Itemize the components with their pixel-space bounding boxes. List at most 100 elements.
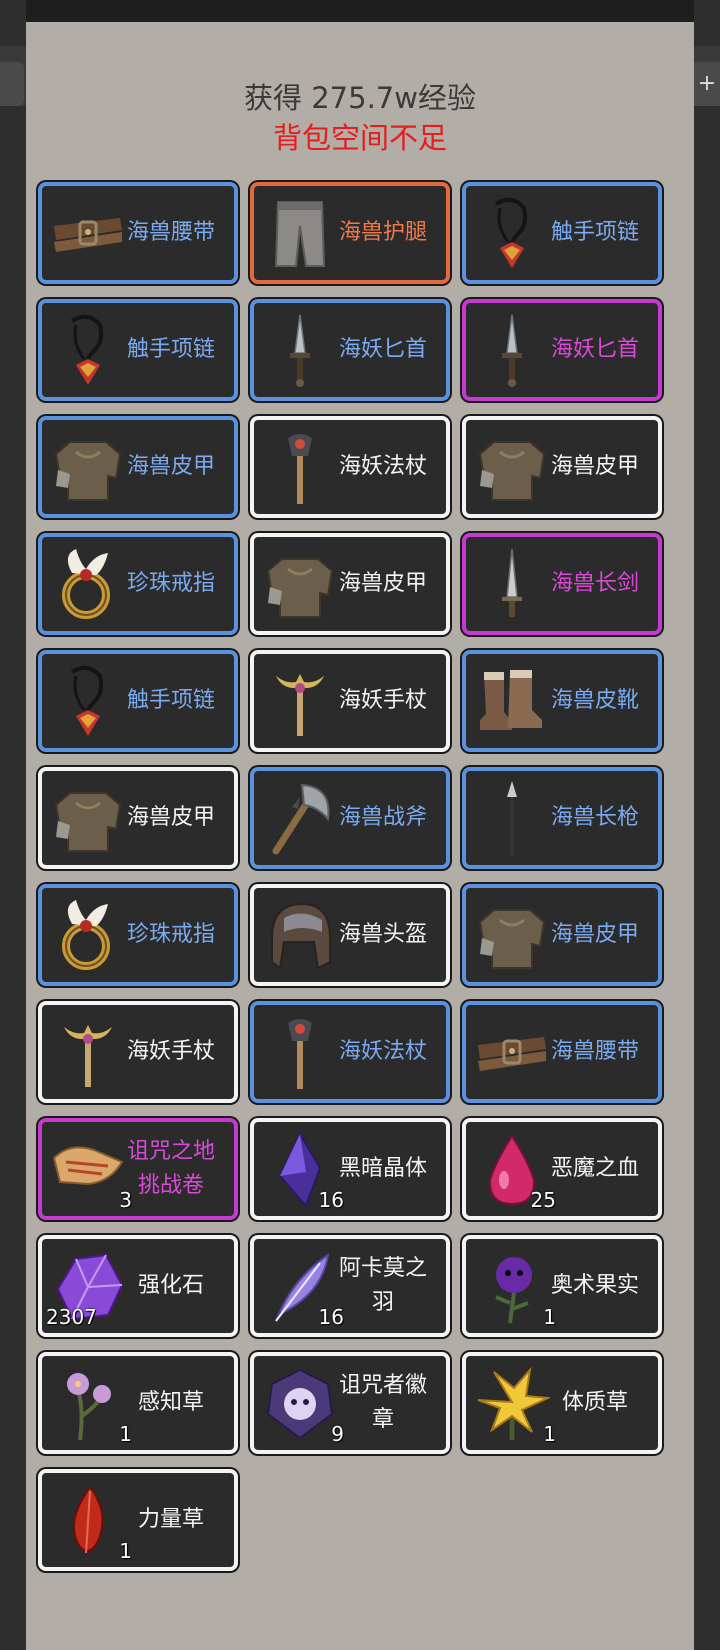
- item-name: 触手项链: [550, 220, 639, 245]
- item-name: 海妖法杖: [338, 1039, 427, 1064]
- loot-slot[interactable]: 感知草 1: [38, 1352, 238, 1454]
- loot-slot[interactable]: 珍珠戒指: [38, 533, 238, 635]
- loot-slot[interactable]: 海兽皮甲: [462, 416, 662, 518]
- ring-icon: [50, 898, 126, 974]
- loot-slot[interactable]: 触手项链: [462, 182, 662, 284]
- loot-slot[interactable]: 海兽长枪: [462, 767, 662, 869]
- item-name: 奥术果实: [550, 1273, 639, 1298]
- loot-slot[interactable]: 奥术果实 1: [462, 1235, 662, 1337]
- item-quantity: 9: [331, 1422, 344, 1446]
- item-name: 海兽战斧: [338, 805, 427, 830]
- necklace-icon: [50, 313, 126, 389]
- item-name: 海兽腰带: [126, 220, 215, 245]
- loot-grid: 海兽腰带 海兽护腿 触手项链 触手项链 海妖匕首 海妖匕首 海兽皮甲 海妖法杖 海兽皮甲 珍珠戒指…: [26, 22, 694, 1650]
- item-name: 诅咒之地 挑战卷: [126, 1139, 215, 1198]
- loot-slot[interactable]: 海妖手杖: [38, 1001, 238, 1103]
- item-name: 海兽皮甲: [126, 805, 215, 830]
- loot-slot[interactable]: 阿卡莫之羽 16: [250, 1235, 450, 1337]
- item-name: 海兽皮甲: [550, 454, 639, 479]
- item-name: 阿卡莫之羽: [338, 1256, 427, 1315]
- item-quantity: 16: [318, 1305, 344, 1329]
- staff-icon: [262, 1015, 338, 1091]
- loot-slot[interactable]: 海兽腰带: [462, 1001, 662, 1103]
- item-name: 海兽腰带: [550, 1039, 639, 1064]
- item-name: 海兽皮甲: [126, 454, 215, 479]
- loot-slot[interactable]: 体质草 1: [462, 1352, 662, 1454]
- loot-slot[interactable]: 海兽战斧: [250, 767, 450, 869]
- item-name: 恶魔之血: [550, 1156, 639, 1181]
- item-name: 海妖手杖: [126, 1039, 215, 1064]
- loot-slot[interactable]: 力量草 1: [38, 1469, 238, 1571]
- sword-icon: [474, 547, 550, 623]
- loot-slot[interactable]: 海兽皮靴: [462, 650, 662, 752]
- loot-slot[interactable]: 海妖法杖: [250, 416, 450, 518]
- item-name: 海兽皮甲: [338, 571, 427, 596]
- scepter-icon: [262, 664, 338, 740]
- loot-slot[interactable]: 海兽皮甲: [250, 533, 450, 635]
- necklace-icon: [474, 196, 550, 272]
- item-name: 海兽护腿: [338, 220, 427, 245]
- loot-slot[interactable]: 海兽护腿: [250, 182, 450, 284]
- background-add-button: +: [694, 62, 720, 106]
- item-name: 海兽头盔: [338, 922, 427, 947]
- item-quantity: 1: [119, 1422, 132, 1446]
- helmet-icon: [262, 898, 338, 974]
- loot-slot[interactable]: 恶魔之血 25: [462, 1118, 662, 1220]
- loot-slot[interactable]: 触手项链: [38, 299, 238, 401]
- loot-slot[interactable]: 诅咒者徽章 9: [250, 1352, 450, 1454]
- loot-slot[interactable]: 海兽长剑: [462, 533, 662, 635]
- dagger-icon: [474, 313, 550, 389]
- ring-icon: [50, 547, 126, 623]
- item-name: 海兽长枪: [550, 805, 639, 830]
- item-name: 触手项链: [126, 688, 215, 713]
- belt-icon: [474, 1015, 550, 1091]
- item-quantity: 1: [543, 1422, 556, 1446]
- item-quantity: 2307: [46, 1305, 97, 1329]
- loot-slot[interactable]: 黑暗晶体 16: [250, 1118, 450, 1220]
- loot-slot[interactable]: 海兽皮甲: [38, 416, 238, 518]
- item-name: 海兽皮甲: [550, 922, 639, 947]
- item-quantity: 16: [318, 1188, 344, 1212]
- background-left-button: [0, 62, 24, 106]
- item-quantity: 3: [119, 1188, 132, 1212]
- leggings-icon: [262, 196, 338, 272]
- belt-icon: [50, 196, 126, 272]
- loot-slot[interactable]: 海妖法杖: [250, 1001, 450, 1103]
- boots-icon: [474, 664, 550, 740]
- dagger-icon: [262, 313, 338, 389]
- axe-icon: [262, 781, 338, 857]
- item-quantity: 25: [530, 1188, 556, 1212]
- loot-slot[interactable]: 强化石 2307: [38, 1235, 238, 1337]
- loot-slot[interactable]: 海兽腰带: [38, 182, 238, 284]
- item-name: 海兽长剑: [550, 571, 639, 596]
- item-quantity: 1: [543, 1305, 556, 1329]
- loot-slot[interactable]: 海妖匕首: [462, 299, 662, 401]
- armor-icon: [50, 430, 126, 506]
- item-name: 力量草: [137, 1507, 204, 1532]
- item-name: 珍珠戒指: [126, 571, 215, 596]
- item-name: 海妖法杖: [338, 454, 427, 479]
- armor-icon: [262, 547, 338, 623]
- loot-slot[interactable]: 海兽皮甲: [462, 884, 662, 986]
- item-name: 诅咒者徽章: [338, 1373, 427, 1432]
- armor-icon: [50, 781, 126, 857]
- loot-slot[interactable]: 海妖匕首: [250, 299, 450, 401]
- scepter-icon: [50, 1015, 126, 1091]
- loot-slot[interactable]: 海妖手杖: [250, 650, 450, 752]
- item-name: 感知草: [137, 1390, 204, 1415]
- item-name: 珍珠戒指: [126, 922, 215, 947]
- item-quantity: 1: [119, 1539, 132, 1563]
- necklace-icon: [50, 664, 126, 740]
- item-name: 触手项链: [126, 337, 215, 362]
- dialog-top-bar: [26, 0, 694, 22]
- loot-slot[interactable]: 海兽皮甲: [38, 767, 238, 869]
- armor-icon: [474, 430, 550, 506]
- item-name: 海兽皮靴: [550, 688, 639, 713]
- item-name: 体质草: [561, 1390, 628, 1415]
- loot-slot[interactable]: 触手项链: [38, 650, 238, 752]
- loot-slot[interactable]: 诅咒之地 挑战卷 3: [38, 1118, 238, 1220]
- loot-slot[interactable]: 珍珠戒指: [38, 884, 238, 986]
- item-name: 海妖匕首: [550, 337, 639, 362]
- loot-slot[interactable]: 海兽头盔: [250, 884, 450, 986]
- item-name: 海妖手杖: [338, 688, 427, 713]
